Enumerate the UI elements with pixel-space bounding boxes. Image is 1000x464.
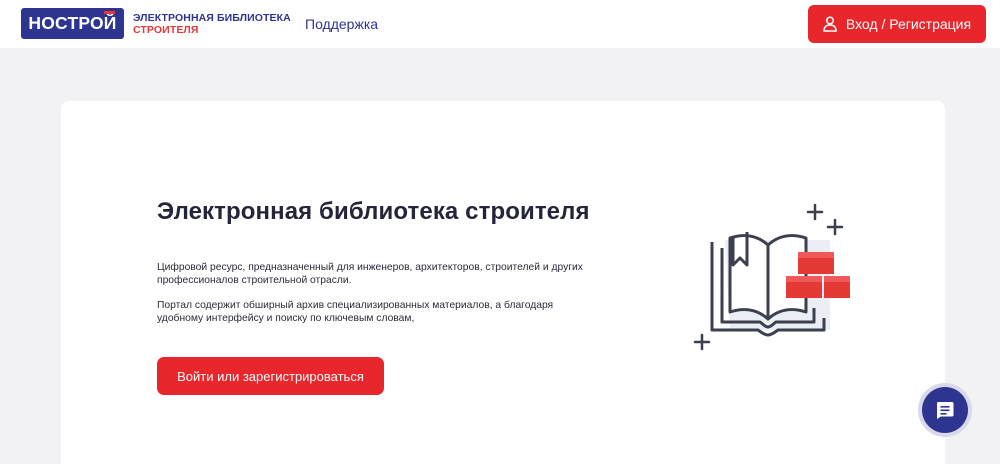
header: НОСТРОЙ ЭЛЕКТРОННАЯ БИБЛИОТЕКА СТРОИТЕЛЯ… xyxy=(0,0,1000,48)
user-icon xyxy=(823,16,837,32)
login-register-label: Вход / Регистрация xyxy=(845,16,972,32)
hero-description-2: Портал содержит обширный архив специализ… xyxy=(157,300,554,324)
logo-text: ЭЛЕКТРОННАЯ БИБЛИОТЕКА СТРОИТЕЛЯ xyxy=(133,12,291,36)
logo-line-2: СТРОИТЕЛЯ xyxy=(133,23,199,36)
chat-button[interactable] xyxy=(918,383,972,437)
chat-button-inner xyxy=(922,387,968,433)
login-register-button[interactable]: Вход / Регистрация xyxy=(808,5,986,43)
book-bricks-illustration xyxy=(690,200,865,360)
logo-accent xyxy=(104,11,115,14)
hero-description-1: Цифровой ресурс, предназначенный для инж… xyxy=(157,262,583,286)
login-or-register-button[interactable]: Войти или зарегистрироваться xyxy=(157,357,384,395)
page-title: Электронная библиотека строителя xyxy=(157,198,590,225)
chat-icon xyxy=(937,402,954,419)
logo-line-1: ЭЛЕКТРОННАЯ БИБЛИОТЕКА xyxy=(133,11,291,24)
logo[interactable]: НОСТРОЙ ЭЛЕКТРОННАЯ БИБЛИОТЕКА СТРОИТЕЛЯ xyxy=(21,8,291,39)
logo-brand: НОСТРОЙ xyxy=(28,13,117,33)
nav-support-link[interactable]: Поддержка xyxy=(305,16,378,32)
logo-badge: НОСТРОЙ xyxy=(21,8,124,39)
